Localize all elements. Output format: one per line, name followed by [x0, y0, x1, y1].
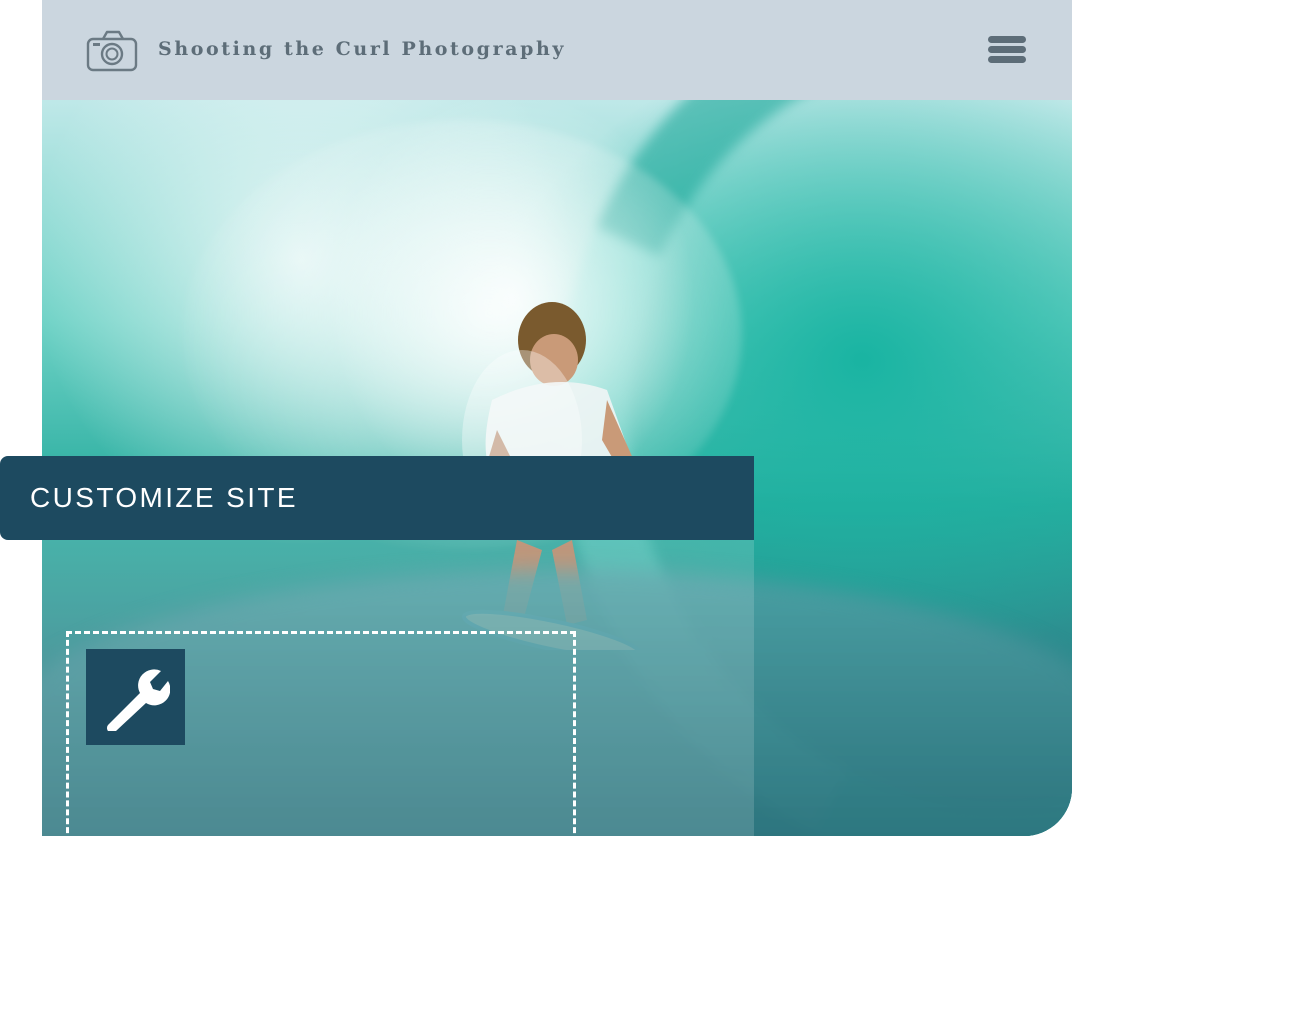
- wrench-icon: [107, 669, 170, 731]
- menu-bar: [988, 46, 1026, 53]
- site-title[interactable]: Shooting the Curl Photography: [158, 38, 566, 60]
- menu-bar: [988, 56, 1026, 63]
- customize-site-label: CUSTOMIZE SITE: [30, 482, 298, 513]
- wrench-tool-button[interactable]: [86, 649, 185, 745]
- page: Shooting the Curl Photography CUSTOMIZE …: [0, 0, 1300, 1020]
- site-header: Shooting the Curl Photography: [42, 0, 1072, 100]
- customize-site-button[interactable]: CUSTOMIZE SITE: [0, 456, 754, 540]
- hamburger-menu-icon[interactable]: [988, 36, 1026, 64]
- camera-icon[interactable]: [86, 30, 138, 72]
- page-background: [0, 836, 1300, 1020]
- menu-bar: [988, 36, 1026, 43]
